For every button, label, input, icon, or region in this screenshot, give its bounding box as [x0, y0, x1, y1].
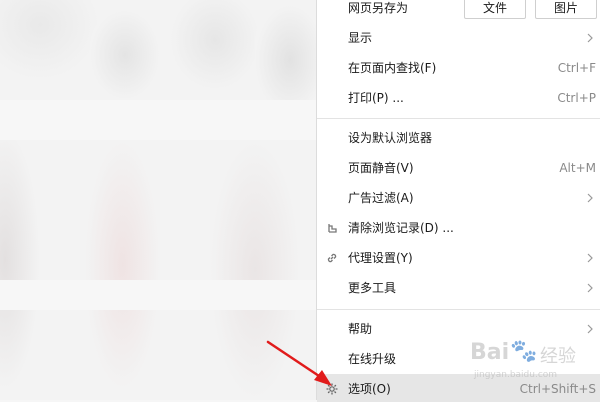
shortcut-label: Ctrl+P	[557, 91, 596, 105]
shortcut-label: Ctrl+F	[557, 61, 596, 75]
menu-item-ad-filter[interactable]: 广告过滤(A)	[317, 183, 600, 213]
save-as-image-button[interactable]: 图片	[535, 0, 597, 19]
menu-item-label: 在页面内查找(F)	[348, 61, 437, 75]
menu-item-clear-history[interactable]: 清除浏览记录(D) ...	[317, 213, 600, 243]
menu-item-find-in-page[interactable]: 在页面内查找(F) Ctrl+F	[317, 53, 600, 83]
watermark-brand-cn: 经验	[540, 346, 576, 367]
menu-item-label: 在线升级	[348, 352, 397, 366]
menu-item-label: 帮助	[348, 322, 373, 336]
chevron-right-icon	[587, 324, 593, 334]
menu-item-mute-page[interactable]: 页面静音(V) Alt+M	[317, 153, 600, 183]
baidu-jingyan-watermark: Bai 🐾 经验 jingyan.baidu.com	[470, 339, 600, 400]
annotation-arrow-icon	[266, 340, 332, 386]
broom-icon	[328, 224, 337, 233]
paw-icon: 🐾	[510, 339, 538, 364]
menu-item-label: 代理设置(Y)	[348, 251, 413, 265]
watermark-url: jingyan.baidu.com	[474, 370, 558, 380]
menu-separator	[317, 309, 600, 310]
menu-item-label: 页面静音(V)	[348, 161, 414, 175]
link-icon	[327, 253, 337, 263]
menu-item-label: 选项(O)	[348, 382, 391, 396]
menu-item-display[interactable]: 显示	[317, 23, 600, 53]
menu-item-label: 广告过滤(A)	[348, 191, 414, 205]
chevron-right-icon	[587, 33, 593, 43]
menu-item-proxy-settings[interactable]: 代理设置(Y)	[317, 243, 600, 273]
menu-separator	[317, 118, 600, 119]
menu-item-label: 显示	[348, 31, 373, 45]
menu-item-label: 打印(P) ...	[348, 91, 404, 105]
menu-item-set-default-browser[interactable]: 设为默认浏览器	[317, 123, 600, 153]
chevron-right-icon	[587, 283, 593, 293]
menu-item-label: 清除浏览记录(D) ...	[348, 221, 454, 235]
menu-item-more-tools[interactable]: 更多工具	[317, 273, 600, 303]
menu-item-print[interactable]: 打印(P) ... Ctrl+P	[317, 83, 600, 113]
chevron-right-icon	[587, 253, 593, 263]
save-as-label: 网页另存为	[348, 1, 409, 15]
menu-item-save-page-as: 网页另存为 文件 图片	[317, 0, 600, 23]
menu-item-label: 设为默认浏览器	[348, 131, 433, 145]
chevron-right-icon	[587, 193, 593, 203]
shortcut-label: Alt+M	[559, 161, 596, 175]
menu-item-label: 更多工具	[348, 281, 397, 295]
save-as-file-button[interactable]: 文件	[464, 0, 526, 19]
watermark-brand: Bai	[470, 340, 510, 365]
